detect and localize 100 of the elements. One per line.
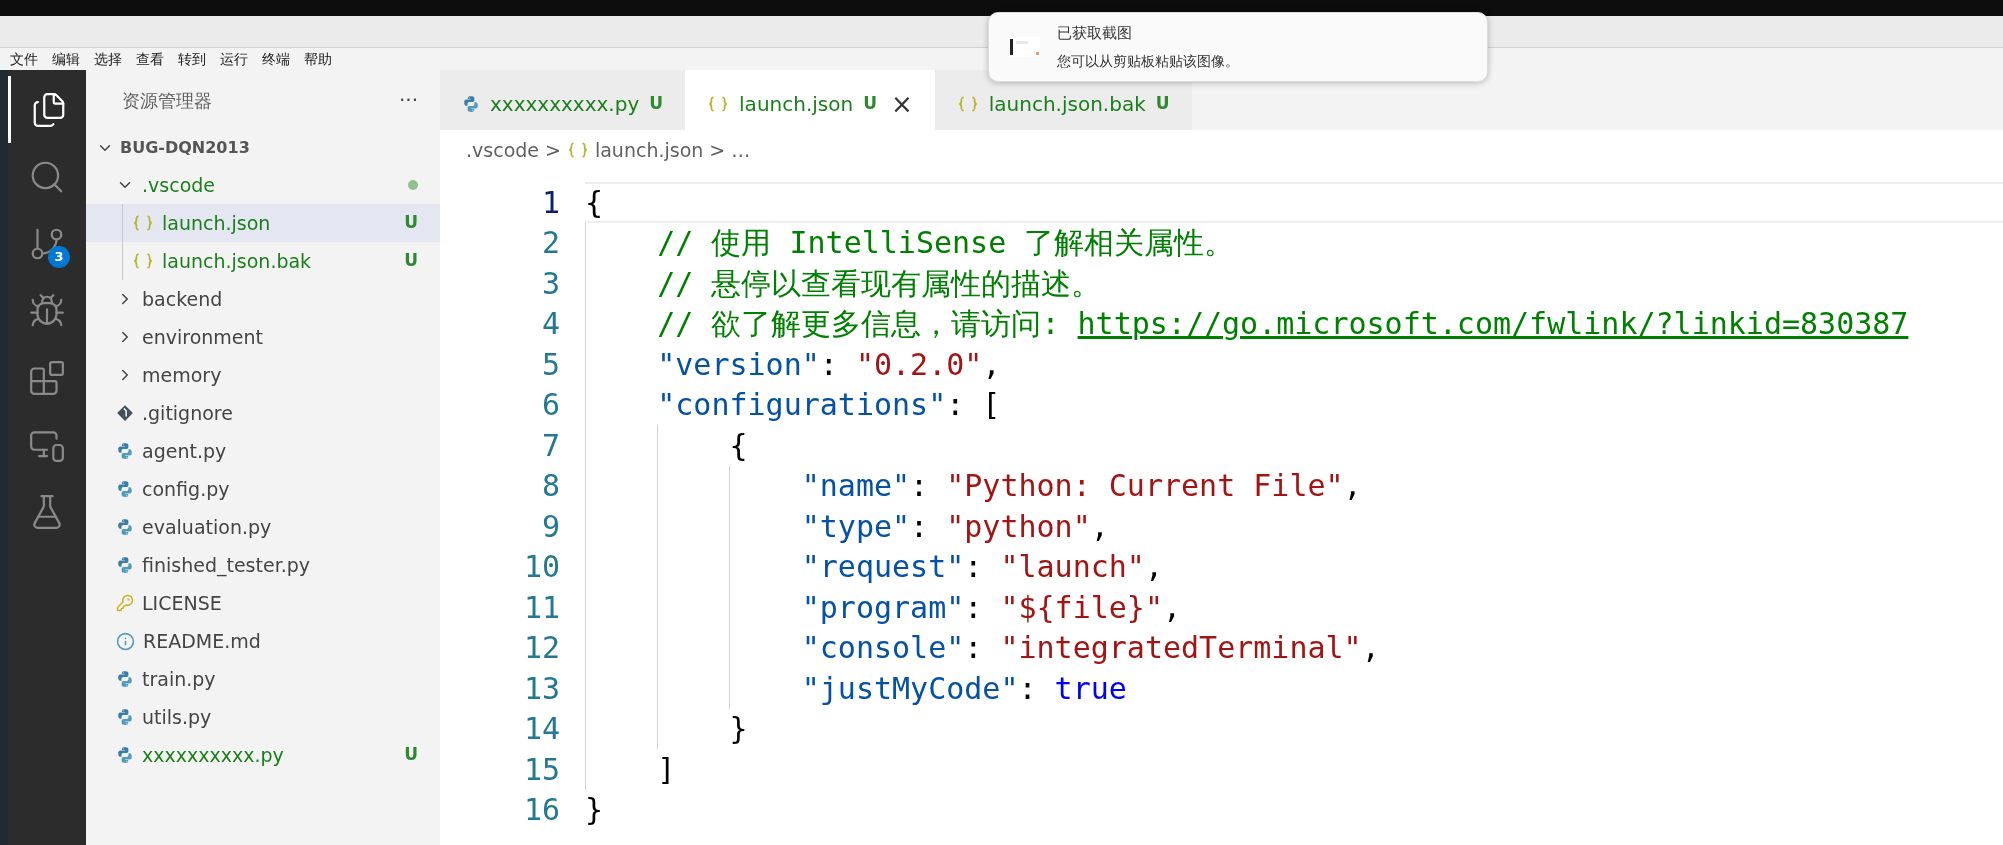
menu-item[interactable]: 帮助 [304, 48, 332, 70]
tree-item[interactable]: .vscode [86, 166, 440, 204]
editor-tab[interactable]: xxxxxxxxxx.py U [440, 70, 686, 130]
menu-item[interactable]: 查看 [136, 48, 164, 70]
extensions-icon [28, 358, 66, 397]
python-icon [116, 746, 134, 764]
tree-item[interactable]: launch.json U [86, 204, 440, 242]
python-icon [116, 708, 134, 726]
count-badge: 3 [48, 246, 70, 268]
line-number: 4 [540, 305, 560, 344]
python-icon [116, 442, 134, 460]
tree-item[interactable]: utils.py [86, 698, 440, 736]
git-status: U [404, 743, 418, 767]
code-line: "justMyCode": true [585, 668, 2003, 709]
line-number: 10 [522, 548, 560, 587]
tree-item[interactable]: launch.json.bak U [86, 242, 440, 280]
menu-item[interactable]: 转到 [178, 48, 206, 70]
tree-item[interactable]: config.py [86, 470, 440, 508]
file-name: train.py [142, 666, 216, 692]
braces-icon [707, 95, 730, 113]
editor-tab[interactable]: launch.json U × [685, 70, 935, 130]
code-line: "name": "Python: Current File", [585, 465, 2003, 506]
tree-item[interactable]: .gitignore [86, 394, 440, 432]
git-status: U [404, 211, 418, 235]
file-name: utils.py [142, 704, 212, 730]
python-icon [116, 670, 134, 688]
code-line: { [585, 425, 2003, 466]
line-number: 16 [522, 791, 560, 830]
tree-item[interactable]: finished_tester.py [86, 546, 440, 584]
tree-item[interactable]: BUG-DQN2013 [86, 130, 440, 166]
code-line: "console": "integratedTerminal", [585, 627, 2003, 668]
tree-item[interactable]: memory [86, 356, 440, 394]
tree-item[interactable]: backend [86, 280, 440, 318]
file-name: evaluation.py [142, 514, 272, 540]
braces-icon [132, 252, 154, 270]
code-line: } [585, 791, 605, 830]
code-line: "configurations": [ [585, 384, 2003, 425]
tree-item[interactable]: README.md [86, 622, 440, 660]
git-status: U [404, 249, 418, 273]
more-actions[interactable]: ··· [398, 85, 418, 115]
python-icon [116, 556, 134, 574]
line-number: 9 [540, 507, 560, 546]
tree-item[interactable]: environment [86, 318, 440, 356]
braces-icon [132, 214, 154, 232]
file-name: .vscode [142, 172, 215, 198]
tree-item[interactable]: train.py [86, 660, 440, 698]
line-number: 1 [540, 183, 560, 222]
file-name: finished_tester.py [142, 552, 311, 579]
line-number: 12 [522, 629, 560, 668]
line-number: 13 [522, 669, 560, 708]
file-name: .gitignore [142, 400, 233, 426]
braces-icon [566, 141, 589, 159]
menu-item[interactable]: 运行 [220, 48, 248, 70]
line-number: 14 [522, 710, 560, 749]
breadcrumb-item[interactable]: .vscode [466, 135, 539, 165]
code-line: { [585, 182, 2003, 223]
breadcrumb-item[interactable]: launch.json [594, 135, 704, 165]
line-number: 8 [540, 467, 560, 506]
python-icon [116, 518, 134, 536]
code-line: "type": "python", [585, 506, 2003, 547]
menu-item[interactable]: 编辑 [52, 48, 80, 70]
python-icon [116, 480, 134, 498]
code-line: "version": "0.2.0", [585, 344, 2003, 385]
line-number: 6 [540, 386, 560, 425]
file-name: xxxxxxxxxx.py [142, 742, 284, 768]
git-status: U [1155, 92, 1170, 116]
tab-title: launch.json [739, 91, 854, 118]
tree-item[interactable]: LICENSE [86, 584, 440, 622]
line-number: 5 [540, 345, 560, 384]
code-line: "request": "launch", [585, 546, 2003, 587]
menu-item[interactable]: 终端 [262, 48, 290, 70]
breadcrumb-separator: > [545, 137, 561, 163]
file-name: backend [142, 286, 223, 312]
diamond-icon [116, 404, 134, 422]
tree-item[interactable]: xxxxxxxxxx.py U [86, 736, 440, 774]
info-icon [116, 631, 135, 651]
tree-item[interactable]: agent.py [86, 432, 440, 470]
notification-body: 您可以从剪贴板粘贴该图像。 [1057, 51, 1239, 71]
tab-title: xxxxxxxxxx.py [490, 91, 640, 118]
tree-item[interactable]: evaluation.py [86, 508, 440, 546]
file-name: README.md [143, 628, 261, 654]
file-name: launch.json.bak [162, 248, 312, 274]
activity-item[interactable]: 3 [8, 210, 86, 277]
panel-title: 资源管理器 [122, 88, 212, 113]
close-button[interactable]: × [890, 91, 913, 117]
line-number: 15 [522, 750, 560, 789]
file-name: environment [142, 324, 263, 350]
file-name: config.py [142, 476, 230, 502]
notification-title: 已获取截图 [1057, 23, 1133, 45]
python-icon [462, 95, 480, 113]
breadcrumb-separator: > [709, 137, 726, 163]
breadcrumb-item[interactable]: … [731, 135, 751, 165]
git-status: U [863, 92, 877, 116]
code-line: // 悬停以查看现有属性的描述。 [585, 263, 2003, 304]
menu-item[interactable]: 文件 [10, 48, 38, 70]
braces-icon [956, 95, 979, 113]
file-name: agent.py [142, 438, 227, 464]
menu-item[interactable]: 选择 [94, 48, 122, 70]
file-name: LICENSE [142, 590, 222, 616]
file-name: memory [142, 362, 222, 388]
